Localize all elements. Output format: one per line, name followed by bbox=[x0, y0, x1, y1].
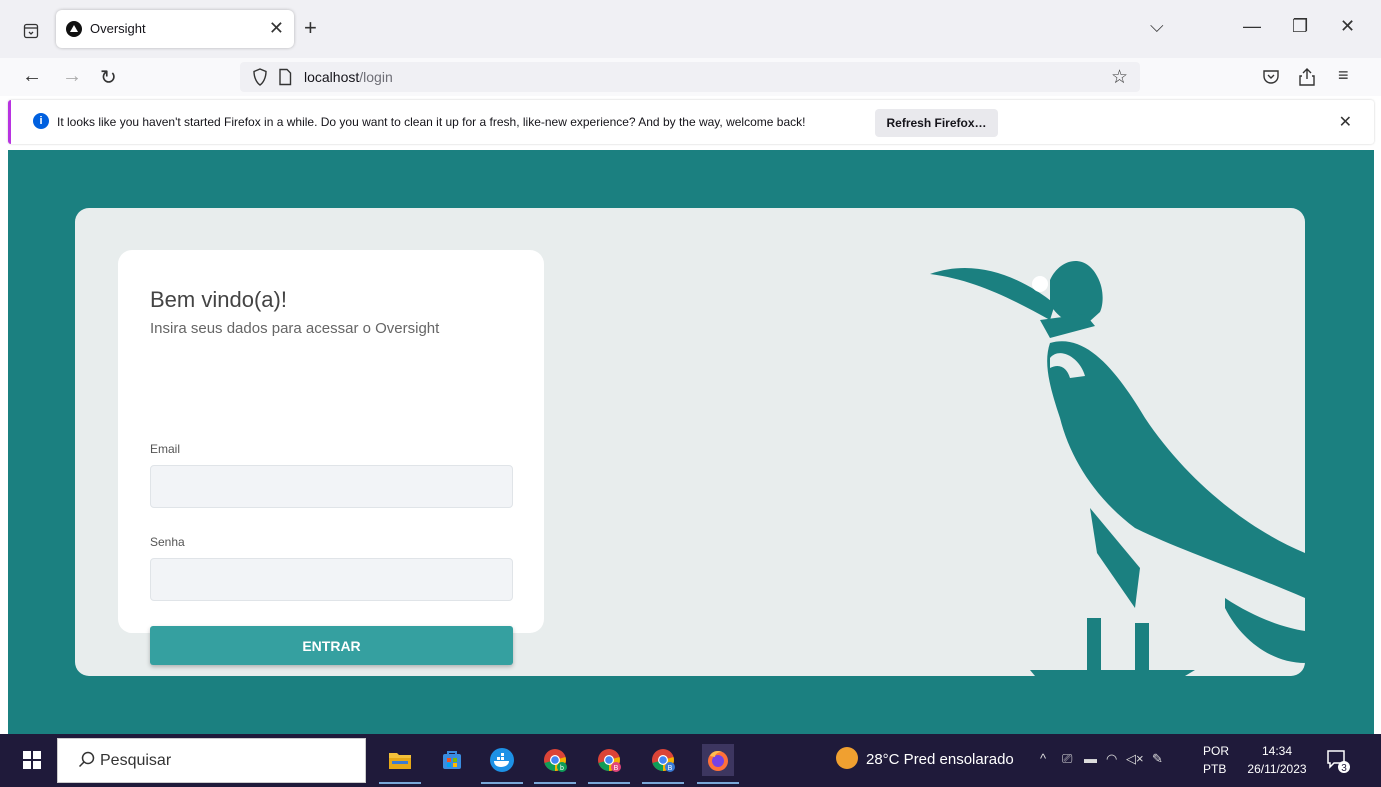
chrome-profile-icon[interactable]: B bbox=[642, 744, 684, 784]
page-background: Bem vindo(a)! Insira seus dados para ace… bbox=[8, 150, 1374, 734]
windows-start-icon[interactable] bbox=[23, 751, 41, 769]
oversight-favicon-icon bbox=[66, 21, 82, 37]
search-placeholder: Pesquisar bbox=[100, 752, 172, 769]
tab-oversight[interactable]: Oversight ✕ bbox=[56, 10, 294, 48]
active-indicator bbox=[534, 782, 576, 784]
url-host: localhost bbox=[304, 69, 360, 85]
active-indicator bbox=[588, 782, 630, 784]
browser-tab-bar: Oversight ✕ + ⌵ — ❐ ✕ bbox=[0, 0, 1381, 58]
forward-icon[interactable]: → bbox=[62, 65, 82, 88]
pocket-icon[interactable] bbox=[1262, 68, 1280, 86]
restore-icon[interactable]: ❐ bbox=[1292, 16, 1308, 37]
clock-time: 14:34 bbox=[1261, 744, 1293, 758]
language-code: POR bbox=[1203, 744, 1230, 758]
reload-icon[interactable]: ↻ bbox=[100, 65, 117, 90]
file-explorer-icon[interactable] bbox=[379, 744, 421, 784]
pen-icon[interactable]: ✎ bbox=[1152, 751, 1163, 767]
active-indicator bbox=[642, 782, 684, 784]
close-window-icon[interactable]: ✕ bbox=[1340, 16, 1355, 37]
url-text: localhost/login bbox=[304, 69, 393, 85]
taskbar-search[interactable]: Pesquisar bbox=[57, 738, 366, 783]
svg-text:B: B bbox=[668, 765, 673, 772]
close-notification-icon[interactable]: ✕ bbox=[1339, 112, 1352, 132]
url-path: /login bbox=[359, 69, 393, 85]
store-icon[interactable] bbox=[436, 744, 468, 776]
battery-icon[interactable]: ▬ bbox=[1084, 751, 1097, 766]
clock-date: 26/11/2023 bbox=[1247, 762, 1307, 776]
chrome-profile-icon[interactable]: B bbox=[588, 744, 630, 784]
refresh-firefox-button[interactable]: Refresh Firefox… bbox=[875, 109, 998, 137]
url-bar[interactable]: localhost/login ☆ bbox=[240, 62, 1140, 92]
tracking-protection-icon[interactable] bbox=[252, 68, 268, 86]
close-tab-icon[interactable]: ✕ bbox=[269, 18, 284, 39]
notification-count: 3 bbox=[1341, 763, 1347, 774]
search-icon bbox=[78, 751, 95, 768]
volume-muted-icon[interactable]: ◁× bbox=[1126, 751, 1144, 767]
weather-text[interactable]: 28°C Pred ensolarado bbox=[866, 751, 1014, 768]
share-icon[interactable] bbox=[1298, 67, 1316, 87]
active-indicator bbox=[379, 782, 421, 784]
docker-icon[interactable] bbox=[481, 744, 523, 784]
list-all-tabs-chevron-icon[interactable]: ⌵ bbox=[1150, 16, 1164, 37]
firefox-notification-bar: i It looks like you haven't started Fire… bbox=[8, 100, 1374, 144]
language-indicator[interactable]: POR PTB bbox=[1203, 742, 1229, 778]
back-icon[interactable]: ← bbox=[22, 65, 42, 88]
active-indicator bbox=[481, 782, 523, 784]
email-label: Email bbox=[150, 442, 181, 456]
login-form: Bem vindo(a)! Insira seus dados para ace… bbox=[118, 250, 544, 633]
svg-text:B: B bbox=[614, 765, 619, 772]
notification-message: It looks like you haven't started Firefo… bbox=[57, 115, 806, 129]
bird-eye bbox=[1032, 276, 1048, 292]
meet-now-icon[interactable]: ⎚ bbox=[1062, 751, 1072, 767]
wifi-icon[interactable]: ◠ bbox=[1106, 751, 1117, 767]
app-menu-icon[interactable]: ≡ bbox=[1338, 65, 1349, 86]
notification-center-icon[interactable]: 3 bbox=[1325, 748, 1351, 774]
windows-taskbar: Pesquisar b B B 28°C Pred ensolarado ^ ⎚… bbox=[0, 734, 1381, 787]
password-field[interactable] bbox=[150, 558, 513, 601]
bookmark-star-icon[interactable]: ☆ bbox=[1111, 66, 1128, 89]
svg-text:b: b bbox=[560, 765, 564, 772]
weather-icon[interactable] bbox=[836, 747, 858, 769]
password-label: Senha bbox=[150, 535, 185, 549]
tab-list-icon[interactable] bbox=[18, 18, 44, 44]
login-title: Bem vindo(a)! bbox=[150, 287, 287, 312]
tab-title: Oversight bbox=[90, 21, 146, 36]
show-hidden-icons-icon[interactable]: ^ bbox=[1040, 751, 1046, 766]
keyboard-layout: PTB bbox=[1203, 762, 1227, 776]
chrome-icon[interactable]: b bbox=[534, 744, 576, 784]
active-indicator bbox=[697, 782, 739, 784]
navigation-bar: ← → ↻ localhost/login ☆ ≡ bbox=[0, 58, 1381, 96]
login-subtitle: Insira seus dados para acessar o Oversig… bbox=[150, 320, 440, 337]
clock[interactable]: 14:34 26/11/2023 bbox=[1242, 742, 1312, 778]
new-tab-icon[interactable]: + bbox=[304, 15, 317, 41]
login-card: Bem vindo(a)! Insira seus dados para ace… bbox=[75, 208, 1305, 676]
minimize-icon[interactable]: — bbox=[1243, 16, 1261, 37]
info-icon: i bbox=[33, 113, 49, 129]
firefox-icon[interactable] bbox=[697, 744, 739, 784]
page-info-icon[interactable] bbox=[278, 68, 292, 86]
login-submit-button[interactable]: ENTRAR bbox=[150, 626, 513, 665]
email-field[interactable] bbox=[150, 465, 513, 508]
